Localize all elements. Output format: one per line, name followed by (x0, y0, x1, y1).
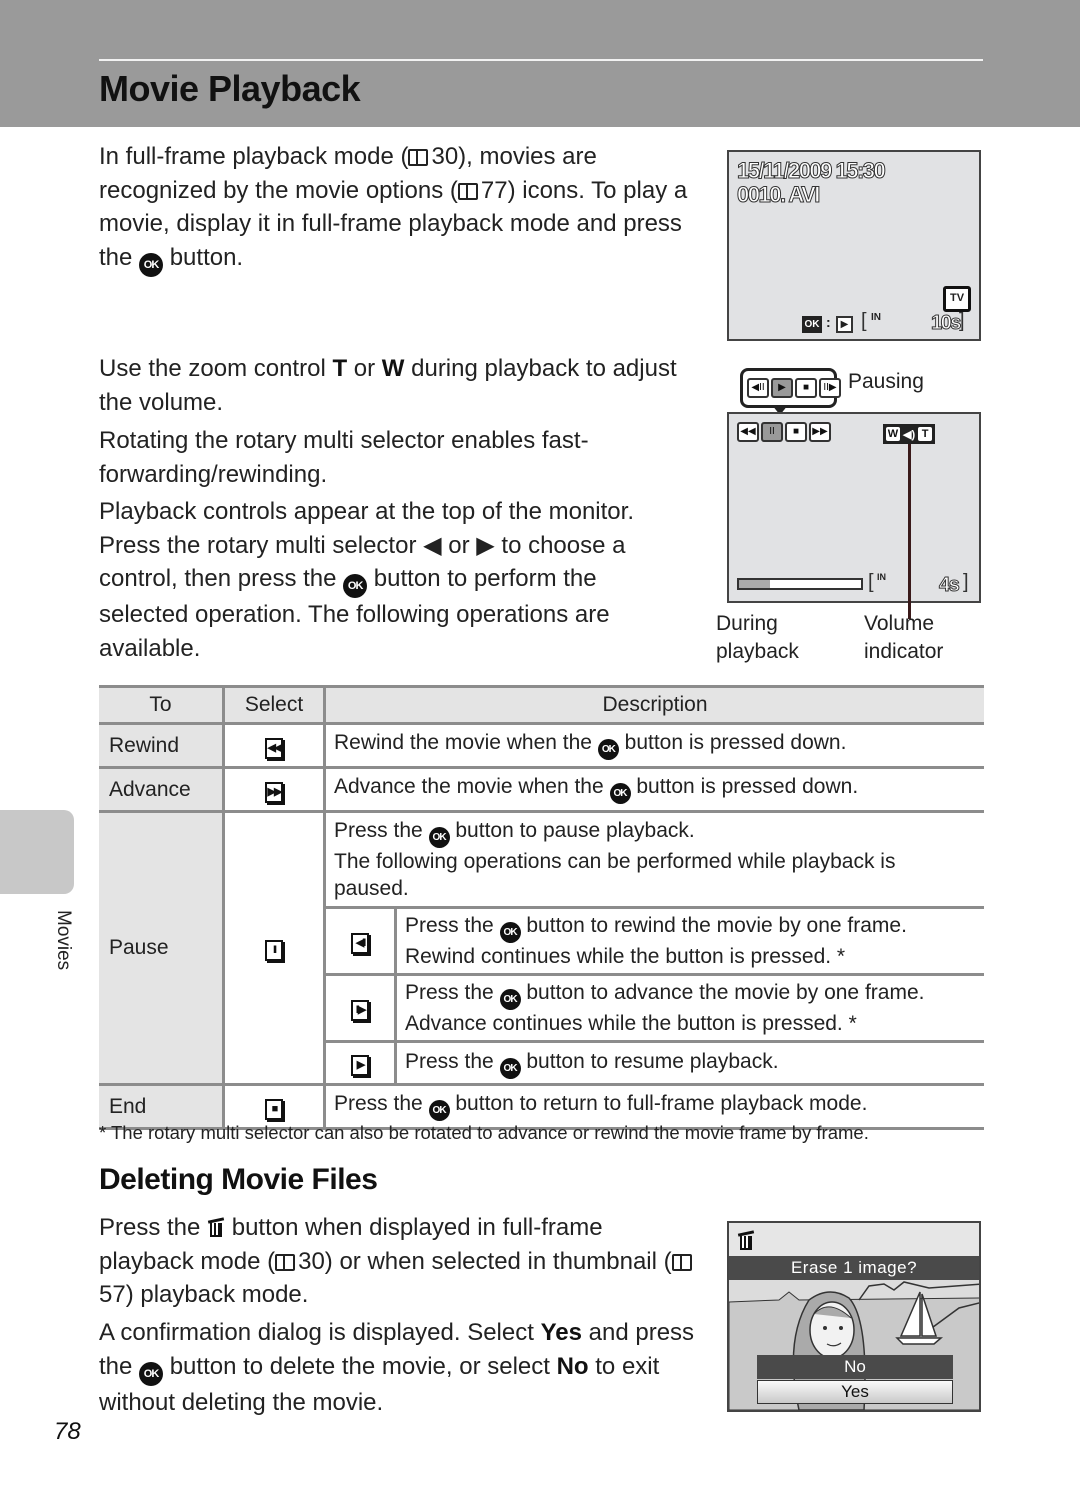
resume-play-icon: ▶ (771, 378, 793, 398)
remaining-time-readout: 4s (938, 574, 960, 597)
table-row-advance: Advance ▶▶ Advance the movie when the OK… (99, 766, 984, 813)
memory-bracket-icon: [ (861, 310, 867, 332)
chapter-tab (0, 810, 74, 894)
volume-indicator-caption: Volume indicator (864, 612, 944, 663)
subrow-description: Press the OK button to resume playback. (395, 1040, 984, 1086)
volume-leader-line (908, 444, 911, 619)
fast-forward-paragraph: Rotating the rotary multi selector enabl… (99, 427, 589, 488)
tv-movie-icon: TV (943, 286, 971, 312)
pause-icon: II (265, 940, 283, 961)
filename-readout: 0010. AVI (737, 182, 821, 208)
ok-label-icon: OK (802, 316, 822, 333)
frame-rewind-icon: ◀II (351, 933, 369, 954)
page-number: 78 (54, 1418, 81, 1445)
zoom-w-icon: W (886, 427, 900, 441)
full-frame-playback-screen: 15/11/2009 15:30 0010. AVI TV OK : ▶ [ I… (727, 150, 981, 341)
no-option[interactable]: No (757, 1355, 953, 1379)
frame-advance-icon: II▶ (351, 1000, 369, 1021)
erase-confirmation-screen: Erase 1 image? No Yes (727, 1221, 981, 1412)
internal-memory-icon: IN (877, 572, 886, 582)
table-row-pause: Pause II Press the OK button to pause pl… (99, 810, 984, 1086)
play-icon: ▶ (351, 1055, 369, 1076)
duration-readout: 10s (931, 312, 962, 335)
playback-progress-fill (739, 580, 770, 588)
frame-advance-icon: II▶ (819, 378, 841, 398)
subrow-description: Press the OK button to advance the movie… (395, 973, 984, 1043)
stop-icon: ■ (265, 1098, 283, 1120)
left-arrow-icon: ◀ (423, 531, 442, 559)
colon-separator: : (826, 314, 831, 330)
play-icon: ▶ (836, 316, 853, 333)
chapter-label: Movies (53, 910, 74, 971)
column-header-select: Select (223, 685, 326, 725)
ok-button-icon: OK (499, 1057, 521, 1079)
table-row-rewind: Rewind ◀◀ Rewind the movie when the OK b… (99, 722, 984, 769)
rewind-icon: ◀◀ (265, 737, 283, 759)
movie-playback-screen: ◀◀ II ■ ▶▶ W ◀) T [ IN 4s ] (727, 412, 981, 619)
page-title: Movie Playback (99, 68, 361, 109)
table-header-row: To Select Description (99, 685, 984, 725)
ok-button-icon: OK (428, 1100, 450, 1121)
book-reference-icon (408, 149, 429, 166)
table-footnote: * The rotary multi selector can also be … (99, 1122, 869, 1143)
page-header: Movie Playback (0, 0, 1080, 127)
zoom-t-icon: T (332, 355, 348, 382)
row-label: Pause (99, 810, 225, 1086)
memory-bracket-close-icon: ] (963, 571, 969, 593)
memory-bracket-close-icon: ] (959, 310, 965, 332)
ok-button-icon: OK (499, 989, 521, 1010)
delete-paragraph: Press the button when displayed in full-… (99, 1211, 699, 1312)
ok-button-icon: OK (139, 252, 164, 277)
row-label: Advance (99, 766, 225, 813)
right-arrow-icon: ▶ (476, 531, 495, 559)
fast-forward-icon: ▶▶ (809, 422, 831, 442)
row-label: Rewind (99, 722, 225, 769)
column-header-description: Description (324, 685, 984, 725)
zoom-w-icon: W (381, 355, 405, 382)
yes-option[interactable]: Yes (757, 1380, 953, 1404)
ok-button-icon: OK (139, 1361, 164, 1386)
frame-rewind-icon: ◀II (747, 378, 769, 398)
pause-icon: II (761, 422, 783, 442)
ok-button-icon: OK (499, 922, 521, 943)
trash-icon (207, 1216, 225, 1238)
book-reference-icon (671, 1253, 692, 1271)
playback-controls-paragraph: Playback controls appear at the top of t… (99, 498, 634, 662)
playback-operations-table: To Select Description Rewind ◀◀ Rewind t… (99, 685, 984, 1130)
subrow-description: Press the OK button to rewind the movie … (395, 906, 984, 976)
intro-paragraph: In full-frame playback mode (30), movies… (99, 140, 699, 277)
zoom-t-icon: T (918, 427, 933, 441)
stop-icon: ■ (785, 422, 807, 442)
row-description: Press the OK button to pause playback. Th… (324, 810, 984, 909)
column-header-to: To (99, 685, 225, 725)
book-reference-icon (275, 1253, 296, 1271)
fast-forward-icon: ▶▶ (265, 781, 283, 803)
ok-button-icon: OK (597, 739, 619, 760)
pausing-controls-callout: ◀II ▶ ■ II▶ (740, 368, 841, 408)
row-description: Rewind the movie when the OK button is p… (324, 722, 984, 769)
erase-dialog-title: Erase 1 image? (729, 1256, 979, 1280)
during-playback-caption: During playback (716, 612, 799, 663)
trash-icon (737, 1229, 755, 1251)
book-reference-icon (457, 182, 478, 200)
pausing-caption: Pausing (848, 370, 924, 393)
speaker-icon: ◀) (903, 428, 916, 441)
ok-button-icon: OK (428, 827, 450, 848)
ok-button-icon: OK (343, 574, 368, 598)
volume-indicator: W ◀) T (883, 424, 936, 444)
memory-bracket-icon: [ (868, 571, 874, 593)
rewind-icon: ◀◀ (737, 422, 759, 442)
internal-memory-icon: IN (871, 312, 881, 323)
volume-paragraph: Use the zoom control T or W during playb… (99, 355, 677, 416)
confirmation-paragraph: A confirmation dialog is displayed. Sele… (99, 1319, 695, 1416)
playback-controls: ◀◀ II ■ ▶▶ (737, 422, 831, 442)
section-title: Deleting Movie Files (99, 1163, 378, 1196)
row-description: Advance the movie when the OK button is … (324, 766, 984, 813)
stop-icon: ■ (795, 378, 817, 398)
ok-button-icon: OK (609, 783, 631, 804)
header-rule (99, 59, 983, 61)
playback-progress-bar (737, 578, 863, 590)
pausing-controls: ◀II ▶ ■ II▶ (747, 378, 841, 398)
datetime-readout: 15/11/2009 15:30 (736, 158, 886, 184)
